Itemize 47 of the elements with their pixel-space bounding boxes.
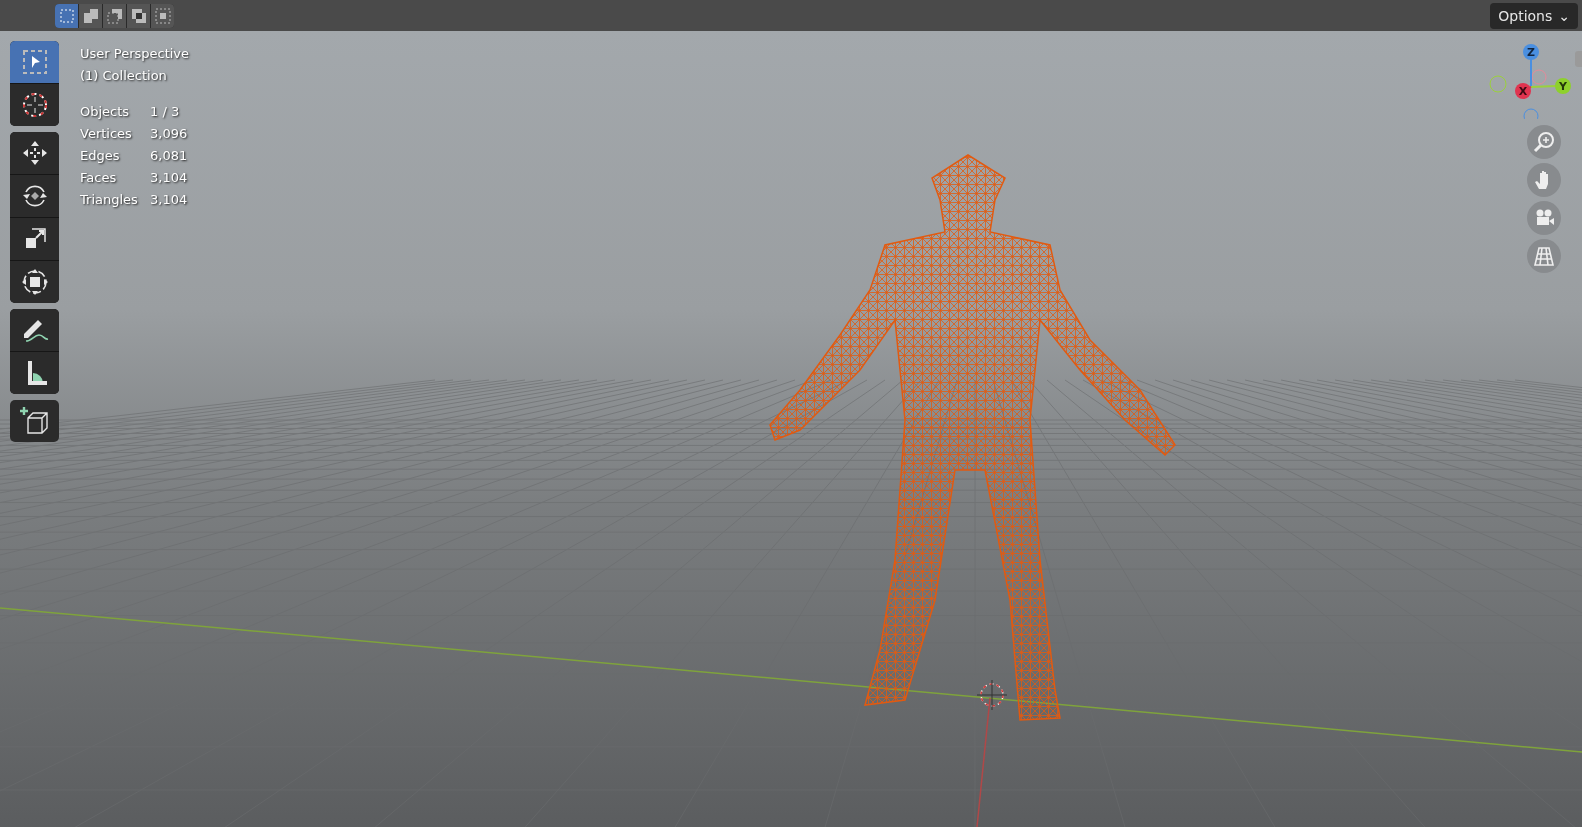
add-cube-icon: [19, 406, 50, 436]
transform-icon: [20, 268, 49, 296]
negative-x-axis-handle[interactable]: [1531, 69, 1547, 85]
selection-mode-button[interactable]: [127, 3, 150, 28]
stat-label: Objects: [80, 103, 131, 121]
stat-value: 3,104: [150, 169, 189, 187]
tool-button[interactable]: [10, 309, 59, 351]
selection-mode-button[interactable]: [55, 3, 78, 28]
select-subtract-icon: [106, 7, 123, 24]
tool-button[interactable]: [10, 400, 59, 442]
options-dropdown[interactable]: Options ⌄: [1490, 2, 1578, 29]
y-axis-handle[interactable]: Y: [1555, 78, 1571, 94]
stat-label: Faces: [80, 169, 118, 187]
select-extend-icon: [82, 7, 99, 24]
z-axis-handle[interactable]: Z: [1523, 44, 1539, 60]
grid-navigation-button[interactable]: [1527, 239, 1561, 273]
cursor-icon: [20, 91, 49, 119]
zoom-navigation-button[interactable]: [1527, 125, 1561, 159]
selection-mode-button[interactable]: [103, 3, 126, 28]
collection-name: (1) Collection: [80, 67, 168, 85]
3d-cursor-icon: [976, 679, 1008, 711]
select-box-icon: [21, 49, 48, 75]
tool-button[interactable]: [10, 132, 59, 174]
stat-label: Edges: [80, 147, 121, 165]
select-new-icon: [58, 7, 75, 24]
tool-button[interactable]: [10, 218, 59, 260]
negative-y-axis-handle[interactable]: [1489, 75, 1507, 93]
stat-value: 1 / 3: [150, 103, 181, 121]
x-axis-handle[interactable]: X: [1515, 83, 1531, 99]
stat-label: Triangles: [80, 191, 139, 209]
tool-button[interactable]: [10, 84, 59, 126]
stat-value: 3,104: [150, 191, 189, 209]
tool-button[interactable]: [10, 175, 59, 217]
selection-mode-button[interactable]: [79, 3, 102, 28]
stat-value: 6,081: [150, 147, 189, 165]
hand-navigation-button[interactable]: [1527, 163, 1561, 197]
tool-button[interactable]: [10, 261, 59, 303]
tool-button[interactable]: [10, 352, 59, 394]
grid-icon: [1533, 245, 1555, 267]
stat-label: Vertices: [80, 125, 133, 143]
stat-value: 3,096: [150, 125, 189, 143]
view-name: User Perspective: [80, 45, 190, 63]
camera-navigation-button[interactable]: [1527, 201, 1561, 235]
select-intersect-icon: [154, 7, 171, 24]
zoom-icon: [1533, 131, 1555, 153]
select-invert-icon: [130, 7, 147, 24]
selection-mode-button[interactable]: [151, 3, 174, 28]
